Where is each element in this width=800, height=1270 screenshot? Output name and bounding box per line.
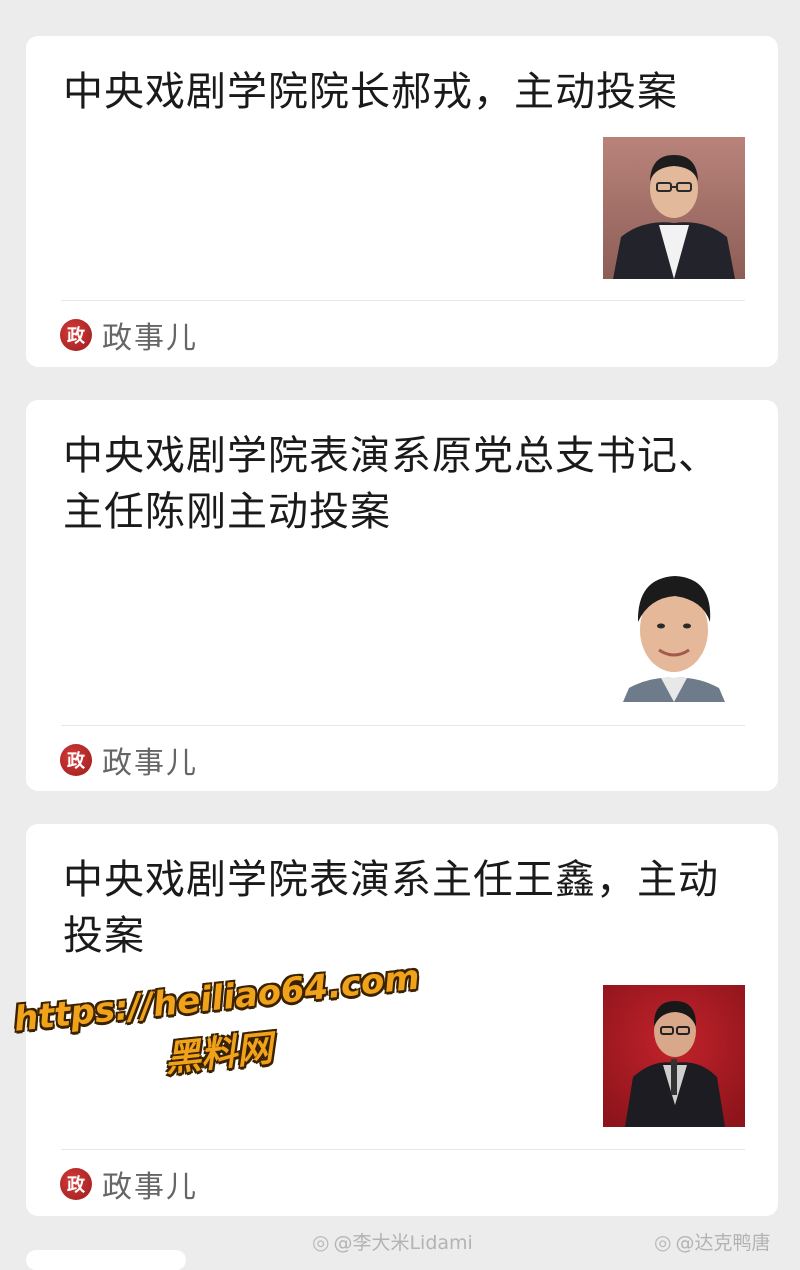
card-divider	[61, 725, 745, 726]
credit-left-text: @李大米Lidami	[333, 1232, 473, 1254]
news-thumbnail	[603, 137, 745, 279]
card-divider	[61, 1149, 745, 1150]
credit-right: ◎ @达克鸭唐	[654, 1228, 770, 1255]
news-card-2[interactable]: 中央戏剧学院表演系原党总支书记、主任陈刚主动投案 政 政事儿	[26, 400, 778, 791]
credit-left: ◎ @李大米Lidami	[312, 1228, 473, 1255]
news-card-1[interactable]: 中央戏剧学院院长郝戎，主动投案 政 政事儿	[26, 36, 778, 367]
news-title: 中央戏剧学院院长郝戎，主动投案	[63, 69, 678, 115]
news-thumbnail	[603, 560, 745, 702]
news-thumbnail	[603, 985, 745, 1127]
source-logo-icon: 政	[60, 744, 92, 776]
news-title: 中央戏剧学院表演系原党总支书记、主任陈刚主动投案	[63, 433, 719, 535]
card-divider	[61, 300, 745, 301]
source-name: 政事儿	[102, 746, 198, 781]
source-name: 政事儿	[102, 1170, 198, 1205]
credit-right-text: @达克鸭唐	[675, 1232, 771, 1254]
weibo-icon: ◎	[654, 1229, 672, 1254]
weibo-icon: ◎	[312, 1229, 330, 1254]
news-title: 中央戏剧学院表演系主任王鑫，主动投案	[63, 857, 719, 959]
news-source[interactable]: 政 政事儿	[60, 315, 198, 356]
next-card-peek	[26, 1250, 186, 1270]
news-source[interactable]: 政 政事儿	[60, 1164, 198, 1205]
source-logo-icon: 政	[60, 319, 92, 351]
source-name: 政事儿	[102, 321, 198, 356]
news-source[interactable]: 政 政事儿	[60, 740, 198, 781]
source-logo-icon: 政	[60, 1168, 92, 1200]
